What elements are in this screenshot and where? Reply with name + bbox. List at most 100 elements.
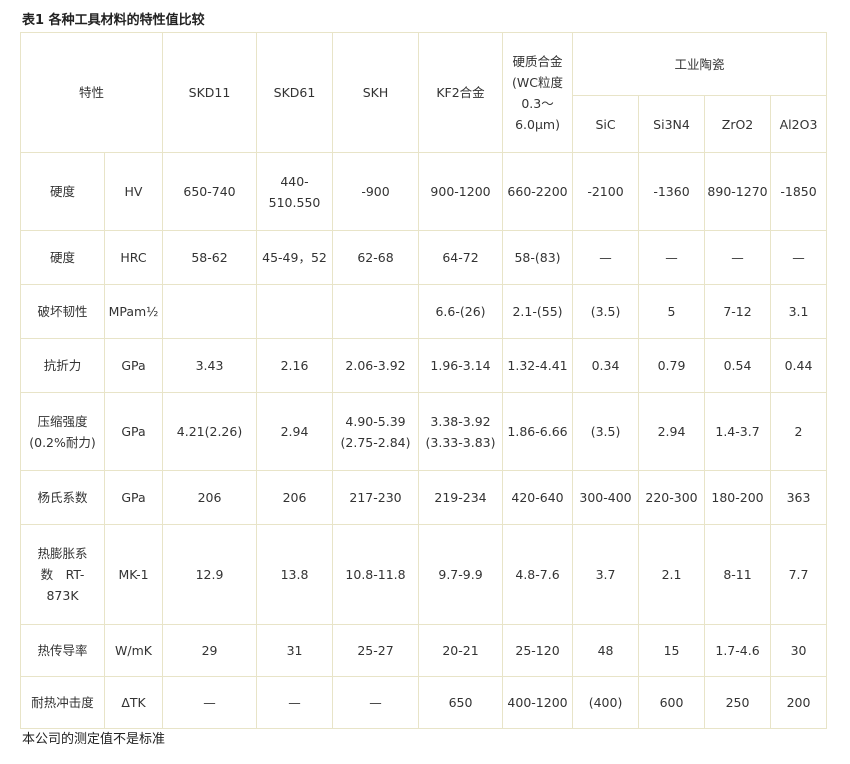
row-name: 耐热冲击度 xyxy=(20,676,105,729)
cell: 31 xyxy=(256,624,334,677)
cell: 7-12 xyxy=(704,284,772,339)
cell: 219-234 xyxy=(418,470,504,525)
cell: 15 xyxy=(638,624,706,677)
cell: 5 xyxy=(638,284,706,339)
cell: 12.9 xyxy=(162,524,258,625)
cell: (3.5) xyxy=(572,392,640,471)
cell: 13.8 xyxy=(256,524,334,625)
table-row: 热传导率 W/mK 29 31 25-27 20-21 25-120 48 15… xyxy=(20,624,828,677)
table-row: 热膨胀系 数 RT- 873K MK-1 12.9 13.8 10.8-11.8… xyxy=(20,524,828,625)
cell: 250 xyxy=(704,676,772,729)
cell: 29 xyxy=(162,624,258,677)
row-unit: HV xyxy=(103,152,164,231)
cell: 7.7 xyxy=(770,524,828,625)
table-row: 硬度 HV 650-740 440-510.550 -900 900-1200 … xyxy=(20,152,828,231)
cell: -2100 xyxy=(572,152,640,231)
cell: -900 xyxy=(332,152,420,231)
cell: (3.5) xyxy=(572,284,640,339)
row-name-line-1: 热膨胀系 xyxy=(37,546,88,561)
cell: — xyxy=(572,230,640,285)
cell: 1.86-6.66 xyxy=(502,392,574,471)
cell: — xyxy=(256,676,334,729)
cell: — xyxy=(638,230,706,285)
cell: 0.54 xyxy=(704,338,772,393)
cell: 200 xyxy=(770,676,828,729)
cell: 3.1 xyxy=(770,284,828,339)
header-skd11: SKD11 xyxy=(162,32,258,153)
cell: 6.6-(26) xyxy=(418,284,504,339)
row-unit: GPa xyxy=(103,338,164,393)
cell: 2.1-(55) xyxy=(502,284,574,339)
cell: — xyxy=(770,230,828,285)
cell-line-2: (3.33-3.83) xyxy=(425,434,496,450)
header-ceramics: 工业陶瓷 xyxy=(572,32,828,96)
row-name: 抗折力 xyxy=(20,338,105,393)
properties-table: 特性 SKD11 SKD61 SKH KF2合金 硬质合金 (WC粒度 0.3～… xyxy=(19,32,828,729)
cell: 180-200 xyxy=(704,470,772,525)
cell: 8-11 xyxy=(704,524,772,625)
cell: 300-400 xyxy=(572,470,640,525)
cell: — xyxy=(332,676,420,729)
cell: 62-68 xyxy=(332,230,420,285)
cell: 2.94 xyxy=(256,392,334,471)
cell: 10.8-11.8 xyxy=(332,524,420,625)
cell: -1360 xyxy=(638,152,706,231)
row-name: 硬度 xyxy=(20,152,105,231)
header-property: 特性 xyxy=(19,32,164,153)
cell: 48 xyxy=(572,624,640,677)
cell: (400) xyxy=(572,676,640,729)
cell: 3.7 xyxy=(572,524,640,625)
hard-alloy-line-3: 0.3～ xyxy=(521,95,554,111)
cell: 2 xyxy=(770,392,828,471)
cell: 4.90-5.39 (2.75-2.84) xyxy=(332,392,420,471)
cell: 1.32-4.41 xyxy=(502,338,574,393)
row-name: 硬度 xyxy=(20,230,105,285)
cell: 1.4-3.7 xyxy=(704,392,772,471)
cell: 2.94 xyxy=(638,392,706,471)
table-row: 耐热冲击度 ΔTK — — — 650 400-1200 (400) 600 2… xyxy=(20,676,828,729)
cell: 363 xyxy=(770,470,828,525)
cell: 420-640 xyxy=(502,470,574,525)
cell: 600 xyxy=(638,676,706,729)
header-hard-alloy: 硬质合金 (WC粒度 0.3～ 6.0μm) xyxy=(502,32,574,153)
row-name-line-3: 873K xyxy=(46,588,79,603)
cell: 9.7-9.9 xyxy=(418,524,504,625)
cell-line-2: (2.75-2.84) xyxy=(340,434,411,450)
footnote: 本公司的测定值不是标准 xyxy=(22,732,166,747)
header-sic: SiC xyxy=(572,95,640,153)
hard-alloy-line-4: 6.0μm) xyxy=(515,116,560,132)
header-skd61: SKD61 xyxy=(256,32,334,153)
header-al2o3: Al2O3 xyxy=(770,95,828,153)
cell: 4.8-7.6 xyxy=(502,524,574,625)
row-name: 热传导率 xyxy=(20,624,105,677)
cell: 58-(83) xyxy=(502,230,574,285)
table-row: 硬度 HRC 58-62 45-49，52 62-68 64-72 58-(83… xyxy=(20,230,828,285)
cell: 3.38-3.92 (3.33-3.83) xyxy=(418,392,504,471)
row-name: 压缩强度 (0.2%耐力) xyxy=(20,392,105,471)
cell: 3.43 xyxy=(162,338,258,393)
cell: 0.44 xyxy=(770,338,828,393)
cell-line-1: 4.90-5.39 xyxy=(345,413,406,429)
cell: -1850 xyxy=(770,152,828,231)
cell: 30 xyxy=(770,624,828,677)
cell: 1.96-3.14 xyxy=(418,338,504,393)
cell: 900-1200 xyxy=(418,152,504,231)
cell: 25-27 xyxy=(332,624,420,677)
header-row-1: 特性 SKD11 SKD61 SKH KF2合金 硬质合金 (WC粒度 0.3～… xyxy=(19,32,828,153)
cell: 440-510.550 xyxy=(256,152,334,231)
row-name: 杨氏系数 xyxy=(20,470,105,525)
cell xyxy=(332,284,420,339)
cell: 650 xyxy=(418,676,504,729)
row-name: 热膨胀系 数 RT- 873K xyxy=(20,524,105,625)
cell: 58-62 xyxy=(162,230,258,285)
cell: 45-49，52 xyxy=(256,230,334,285)
row-unit: W/mK xyxy=(103,624,164,677)
table-row: 压缩强度 (0.2%耐力) GPa 4.21(2.26) 2.94 4.90-5… xyxy=(20,392,828,471)
hard-alloy-line-1: 硬质合金 xyxy=(512,53,563,69)
cell: 206 xyxy=(256,470,334,525)
row-unit: GPa xyxy=(103,470,164,525)
cell: 890-1270 xyxy=(704,152,772,231)
cell: 650-740 xyxy=(162,152,258,231)
cell: 2.16 xyxy=(256,338,334,393)
cell: 220-300 xyxy=(638,470,706,525)
